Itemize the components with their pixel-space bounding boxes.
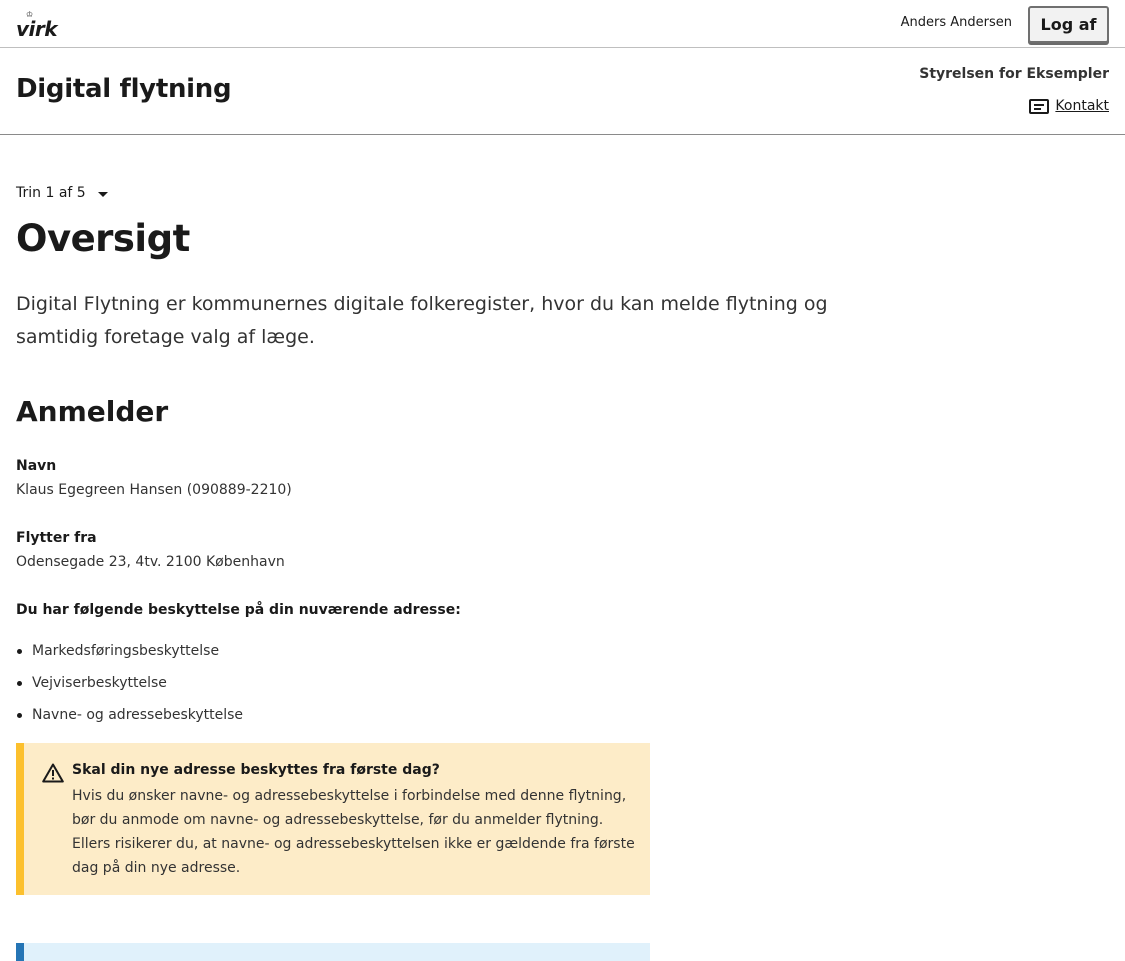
- logo-text: virk: [16, 17, 58, 41]
- organization-name: Styrelsen for Eksempler: [919, 66, 1109, 82]
- header: Digital flytning Styrelsen for Eksempler…: [0, 48, 1125, 135]
- app-title: Digital flytning: [16, 74, 232, 104]
- info-alert: [16, 943, 650, 961]
- warning-icon: [42, 763, 64, 783]
- list-item: Navne- og adressebeskyttelse: [16, 703, 243, 735]
- list-item: Markedsføringsbeskyttelse: [16, 639, 243, 671]
- top-bar: ♔ virk Anders Andersen Log af: [0, 0, 1125, 48]
- alert-title: Skal din nye adresse beskyttes fra først…: [72, 762, 440, 778]
- message-icon: [1029, 98, 1050, 114]
- section-title-anmelder: Anmelder: [16, 395, 169, 428]
- logout-button[interactable]: Log af: [1028, 6, 1109, 43]
- step-label: Trin 1 af 5: [16, 185, 86, 201]
- virk-logo[interactable]: ♔ virk: [16, 10, 58, 41]
- alert-text: Hvis du ønsker navne- og adressebeskytte…: [72, 788, 635, 876]
- name-value: Klaus Egegreen Hansen (090889-2210): [16, 482, 292, 498]
- moving-from-label: Flytter fra: [16, 530, 97, 546]
- moving-from-value: Odensegade 23, 4tv. 2100 København: [16, 554, 285, 570]
- protection-heading: Du har følgende beskyttelse på din nuvær…: [16, 602, 461, 618]
- intro-text: Digital Flytning er kommunernes digitale…: [16, 293, 828, 348]
- page-title: Oversigt: [16, 217, 190, 260]
- contact-label: Kontakt: [1055, 98, 1109, 114]
- name-label: Navn: [16, 458, 57, 474]
- caret-down-icon: [97, 191, 108, 197]
- list-item: Vejviserbeskyttelse: [16, 671, 243, 703]
- contact-link[interactable]: Kontakt: [1029, 98, 1109, 114]
- protection-list: Markedsføringsbeskyttelse Vejviserbeskyt…: [16, 639, 243, 735]
- step-indicator[interactable]: Trin 1 af 5: [16, 185, 108, 201]
- warning-alert: Skal din nye adresse beskyttes fra først…: [16, 743, 650, 895]
- user-name: Anders Andersen: [900, 15, 1012, 30]
